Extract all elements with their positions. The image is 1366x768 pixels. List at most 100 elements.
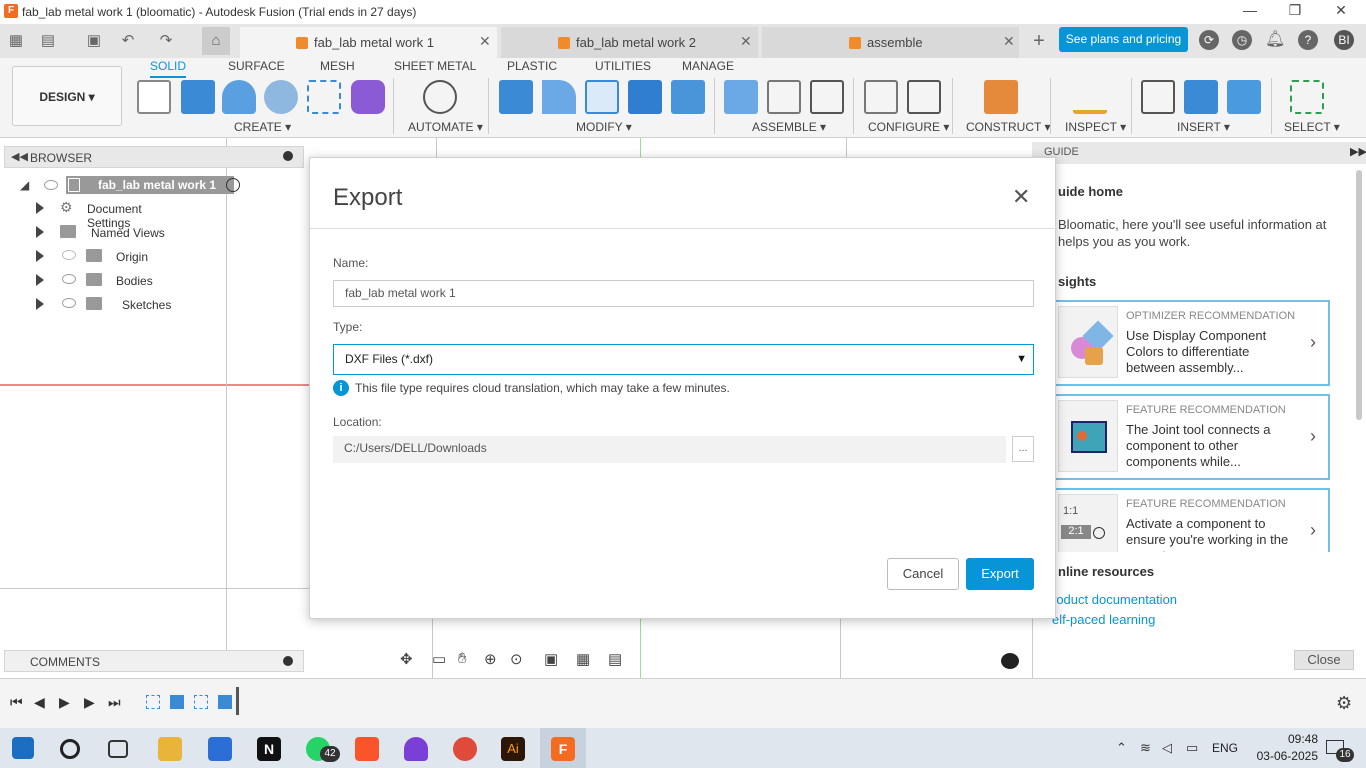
select-icon[interactable] [1290,80,1324,114]
clock-time[interactable]: 09:48 [1262,732,1318,746]
expand-icon[interactable] [36,202,44,214]
configure-icon[interactable] [864,80,898,114]
visibility-eye-icon[interactable] [62,274,76,284]
doc-tab-3[interactable]: assemble ✕ [762,27,1019,58]
expand-icon[interactable] [36,298,44,310]
timeline-sketch-icon[interactable] [146,695,160,709]
automate-icon[interactable] [423,80,457,114]
extrude-icon[interactable] [181,80,215,114]
tab-plastic[interactable]: PLASTIC [507,59,557,73]
browser-item-document-settings[interactable]: ⚙ Document Settings [36,198,186,230]
expand-icon[interactable] [36,250,44,262]
see-plans-button[interactable]: See plans and pricing [1059,27,1188,52]
close-window-button[interactable]: ✕ [1331,2,1351,20]
pattern-icon[interactable] [307,80,341,114]
timeline-marker[interactable] [236,687,239,715]
timeline-extrude-icon[interactable] [170,695,184,709]
group-create[interactable]: CREATE ▾ [234,120,291,134]
add-comment-icon[interactable] [283,656,293,666]
look-at-icon[interactable]: ▭ [432,650,446,668]
group-automate[interactable]: AUTOMATE ▾ [408,120,483,134]
hidden-eye-icon[interactable] [62,250,76,260]
chevron-right-icon[interactable]: › [1310,332,1316,353]
combine-icon[interactable] [628,80,662,114]
clock-date[interactable]: 03-06-2025 [1246,749,1318,763]
go-to-start-icon[interactable]: ⏮ [10,694,23,711]
close-tab-icon[interactable]: ✕ [1003,33,1015,50]
user-avatar[interactable]: BI [1334,30,1354,50]
visibility-eye-icon[interactable] [62,298,76,308]
offset-plane-icon[interactable] [984,80,1018,114]
view-cube-icon[interactable] [1001,653,1019,669]
chevron-right-icon[interactable]: › [1310,520,1316,541]
press-pull-icon[interactable] [499,80,533,114]
offset-face-icon[interactable] [671,80,705,114]
doc-tab-2[interactable]: fab_lab metal work 2 ✕ [501,27,758,58]
chevron-right-icon[interactable]: › [1310,426,1316,447]
chrome-icon[interactable] [453,737,477,761]
browser-item-bodies[interactable]: Bodies [36,270,160,290]
timeline-settings-gear-icon[interactable]: ⚙ [1336,693,1352,714]
self-paced-learning-link[interactable]: elf-paced learning [1052,612,1155,627]
insight-card-1[interactable]: OPTIMIZER RECOMMENDATION Use Display Com… [1054,300,1330,386]
tab-solid[interactable]: SOLID [150,59,187,78]
browser-header[interactable]: ◀◀ BROWSER [4,146,304,168]
go-to-end-icon[interactable]: ⏭ [108,694,121,711]
insert-mesh-icon[interactable] [1184,80,1218,114]
extensions-icon[interactable]: ⟳ [1199,30,1219,50]
play-icon[interactable]: ▶ [59,694,70,711]
fusion-taskbar-icon[interactable]: F [551,737,575,761]
group-modify[interactable]: MODIFY ▾ [576,120,632,134]
timeline-extrude-icon[interactable] [218,695,232,709]
workspace-switcher[interactable]: DESIGN ▾ [12,66,122,126]
save-icon[interactable]: ▣ [84,31,104,51]
show-hidden-icons[interactable]: ⌃ [1116,740,1127,756]
group-insert[interactable]: INSERT ▾ [1177,120,1230,134]
browser-item-sketches[interactable]: Sketches [36,294,171,314]
battery-icon[interactable]: ▭ [1186,740,1198,756]
location-field[interactable]: C:/Users/DELL/Downloads [333,436,1006,463]
job-status-icon[interactable]: ◷ [1232,30,1252,50]
viewports-icon[interactable]: ▤ [608,650,622,668]
group-configure[interactable]: CONFIGURE ▾ [868,120,949,134]
fillet-icon[interactable] [542,80,576,114]
browser-minimize-icon[interactable] [283,151,293,161]
hole-icon[interactable] [264,80,298,114]
volume-icon[interactable]: ◁ [1162,740,1172,756]
cancel-button[interactable]: Cancel [887,558,959,590]
name-input[interactable]: fab_lab metal work 1 [333,280,1034,307]
fit-icon[interactable]: ⊙ [510,650,523,668]
guide-close-button[interactable]: Close [1294,650,1354,670]
grid-settings-icon[interactable]: ▦ [576,650,590,668]
insight-card-3[interactable]: 1:1 2:1 FEATURE RECOMMENDATION Activate … [1054,488,1330,552]
revolve-icon[interactable] [222,80,256,114]
visibility-eye-icon[interactable] [44,180,58,190]
dialog-close-icon[interactable]: ✕ [1012,184,1030,210]
home-icon[interactable]: ⌂ [202,27,230,55]
close-tab-icon[interactable]: ✕ [740,33,752,50]
group-select[interactable]: SELECT ▾ [1284,120,1340,134]
measure-icon[interactable] [1073,80,1107,114]
step-back-icon[interactable]: ◀ [34,694,45,711]
activate-radio-icon[interactable] [226,178,240,192]
tab-mesh[interactable]: MESH [320,59,355,73]
configuration-table-icon[interactable] [907,80,941,114]
browser-item-named-views[interactable]: Named Views [36,222,166,242]
redo-icon[interactable]: ↷ [156,31,176,51]
expand-guide-icon[interactable]: ▶▶ [1350,145,1366,158]
display-settings-icon[interactable]: ▣ [544,650,558,668]
file-explorer-icon[interactable] [158,737,182,761]
tab-sheet-metal[interactable]: SHEET METAL [394,59,476,73]
file-menu-icon[interactable]: ▤ [38,31,58,51]
expand-icon[interactable] [36,274,44,286]
restore-button[interactable]: ❐ [1285,2,1305,20]
orbit-icon[interactable]: ✥ [400,650,413,668]
wifi-icon[interactable]: ≋ [1140,740,1151,756]
notion-icon[interactable]: N [257,737,281,761]
windows-start-icon[interactable] [12,737,34,759]
app-icon[interactable] [208,737,232,761]
notifications-icon[interactable]: 🔔︎ [1265,30,1285,50]
export-button[interactable]: Export [966,558,1034,590]
app-icon[interactable] [404,737,428,761]
zoom-icon[interactable]: ⊕ [484,650,497,668]
